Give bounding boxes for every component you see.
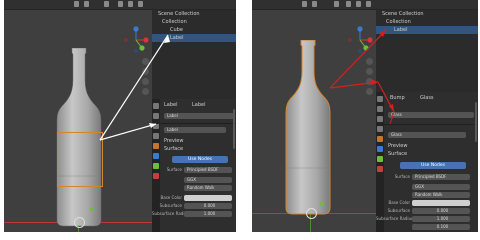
annotation-arrows [99,34,170,141]
blender-window-left: Scene Collection Collection Cube Label L… [4,0,236,232]
annotation-arrows [329,29,395,125]
blender-window-right: Scene Collection Collection Label Bump G… [252,0,478,232]
